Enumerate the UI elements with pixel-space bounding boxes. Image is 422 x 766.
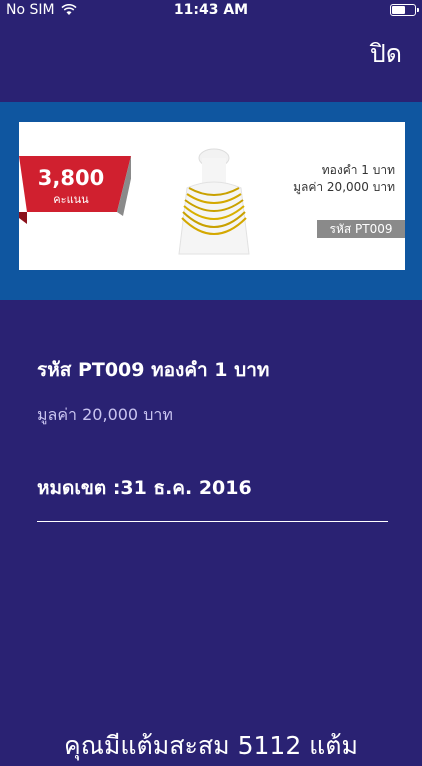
accumulated-points-text: คุณมีแต้มสะสม 5112 แต้ม bbox=[64, 731, 358, 760]
points-value: 3,800 bbox=[37, 166, 105, 190]
code-tag: รหัส PT009 bbox=[317, 220, 405, 238]
reward-expiry: หมดเขต :31 ธ.ค. 2016 bbox=[37, 477, 252, 499]
necklace-image bbox=[178, 148, 250, 255]
divider bbox=[37, 521, 388, 522]
close-button[interactable]: ปิด bbox=[370, 34, 402, 74]
banner-line-2: มูลค่า 20,000 บาท bbox=[293, 180, 395, 194]
banner-strip: 3,800 คะแนน ทองคำ 1 บาท มูลค่า 20,000 บา… bbox=[0, 102, 422, 300]
banner-text: ทองคำ 1 บาท มูลค่า 20,000 บาท bbox=[293, 162, 395, 196]
reward-value: มูลค่า 20,000 บาท bbox=[37, 405, 173, 424]
points-label: คะแนน bbox=[53, 193, 89, 206]
status-time: 11:43 AM bbox=[173, 2, 249, 18]
banner-line-1: ทองคำ 1 บาท bbox=[321, 163, 395, 177]
battery-icon bbox=[390, 4, 419, 16]
status-bar: No SIM 11:43 AM bbox=[0, 0, 422, 22]
reward-title: รหัส PT009 ทองคำ 1 บาท bbox=[37, 359, 270, 381]
reward-banner-image: 3,800 คะแนน ทองคำ 1 บาท มูลค่า 20,000 บา… bbox=[19, 122, 405, 270]
